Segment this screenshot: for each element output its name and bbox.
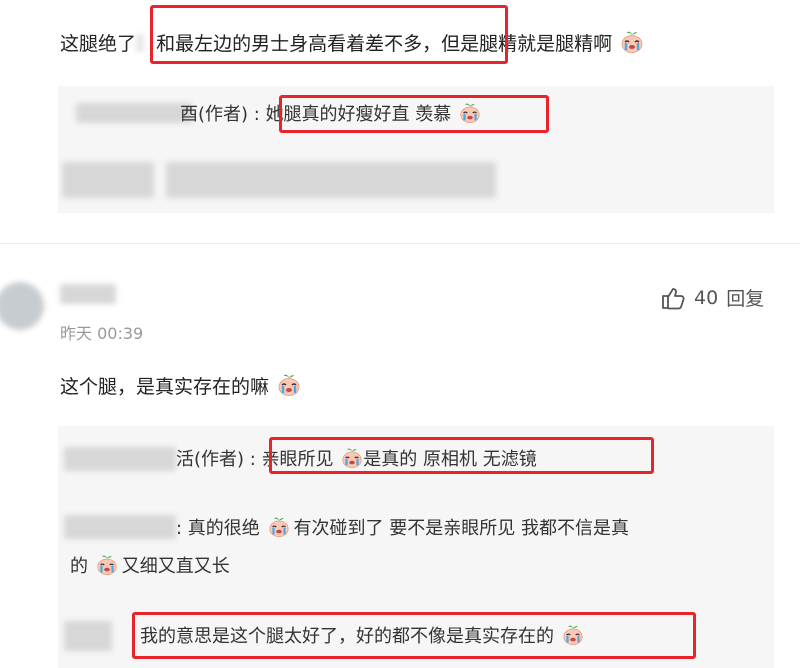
author-avatar-blur	[64, 621, 112, 651]
crying-face-sprout-emoji	[278, 374, 300, 396]
like-area[interactable]: 40 回复	[660, 284, 764, 311]
author-avatar-blur	[64, 447, 176, 471]
timestamp: 昨天 00:39	[60, 324, 144, 343]
reply-author: :	[176, 518, 188, 539]
crying-face-sprout-emoji	[621, 31, 643, 53]
divider	[0, 243, 800, 244]
reply-button[interactable]: 回复	[726, 284, 764, 311]
highlight-box	[279, 95, 549, 133]
reply-row-continued: 的 又细又直又长	[70, 555, 230, 577]
redacted-reply	[166, 162, 496, 198]
crying-face-sprout-emoji	[97, 555, 117, 575]
highlight-box	[150, 5, 508, 64]
crying-face-sprout-emoji	[268, 517, 289, 537]
reply-author: 活(作者) :	[176, 449, 262, 470]
reply-row: : 真的很绝 有次碰到了 要不是亲眼所见 我都不信是真	[176, 517, 629, 539]
comment-text: 这个腿，是真实存在的嘛	[60, 373, 301, 399]
author-avatar-blur	[64, 515, 176, 539]
like-count: 40	[694, 286, 719, 309]
author-avatar-blur	[76, 103, 192, 123]
username-blur[interactable]	[60, 284, 116, 304]
highlight-box	[269, 437, 654, 474]
avatar[interactable]	[0, 282, 44, 330]
thumbs-up-icon[interactable]	[660, 285, 686, 311]
redacted-reply	[62, 162, 154, 198]
reply-author: 酉(作者) :	[180, 104, 266, 125]
highlight-box	[132, 612, 696, 659]
